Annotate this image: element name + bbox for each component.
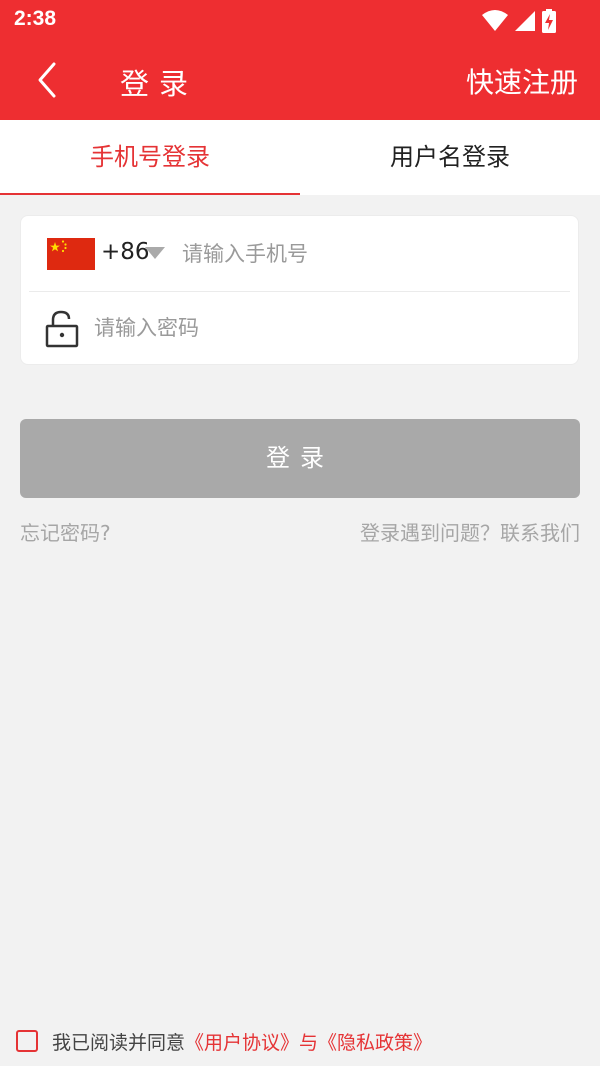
- back-button[interactable]: [26, 58, 70, 102]
- status-bar: 2:38: [0, 0, 600, 40]
- china-flag-icon[interactable]: [47, 238, 95, 270]
- agreement-row: 我已阅读并同意 《用户协议》 与 《隐私政策》: [16, 1028, 432, 1055]
- page-title: 登录: [120, 67, 199, 101]
- battery-charging-icon: [542, 9, 556, 33]
- privacy-policy-link[interactable]: 《隐私政策》: [318, 1028, 432, 1055]
- contact-us-link[interactable]: 登录遇到问题？联系我们: [360, 517, 580, 546]
- app-bar: 登录 快速注册: [0, 40, 600, 120]
- quick-register-button[interactable]: 快速注册: [466, 61, 578, 101]
- chevron-left-icon: [38, 62, 56, 98]
- caret-down-icon[interactable]: [145, 247, 165, 259]
- status-icons: [482, 9, 556, 33]
- password-row: [21, 292, 578, 366]
- login-button[interactable]: 登录: [20, 419, 580, 498]
- login-form: +86: [20, 215, 579, 365]
- agreement-checkbox[interactable]: [16, 1030, 38, 1052]
- phone-row: +86: [21, 216, 578, 291]
- agreement-conjunction: 与: [299, 1031, 319, 1054]
- cellular-signal-icon: [515, 11, 535, 31]
- phone-input[interactable]: [182, 238, 562, 270]
- forgot-password-link[interactable]: 忘记密码?: [20, 517, 111, 546]
- status-time: 2:38: [14, 7, 57, 30]
- tab-username-login[interactable]: 用户名登录: [300, 120, 600, 195]
- agreement-prefix: 我已阅读并同意: [52, 1031, 186, 1054]
- wifi-icon: [482, 10, 508, 31]
- tab-phone-login[interactable]: 手机号登录: [0, 120, 300, 195]
- login-tabs: 手机号登录 用户名登录: [0, 120, 600, 195]
- password-input[interactable]: [94, 312, 554, 344]
- lock-icon: [45, 310, 79, 348]
- user-agreement-link[interactable]: 《用户协议》: [185, 1028, 299, 1055]
- country-code[interactable]: +86: [101, 239, 150, 265]
